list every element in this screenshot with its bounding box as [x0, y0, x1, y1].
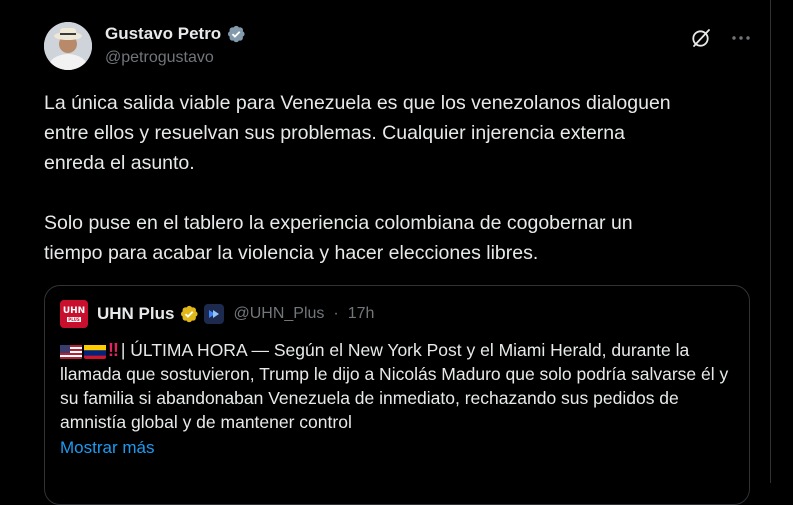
quote-header: UHN PLUS UHN Plus @UHN_Plus · 17h	[60, 300, 375, 328]
author-name-row: Gustavo Petro	[105, 24, 246, 44]
timeline-border	[770, 0, 771, 483]
affiliate-logo-icon	[209, 310, 220, 318]
quote-avatar[interactable]: UHN PLUS	[60, 300, 88, 328]
quote-handle[interactable]: @UHN_Plus	[233, 305, 324, 323]
quote-avatar-text: UHN	[62, 305, 86, 316]
avatar-photo	[44, 22, 92, 70]
us-flag-icon	[60, 343, 82, 359]
venezuela-flag-icon	[84, 343, 106, 359]
quote-time[interactable]: 17h	[348, 305, 375, 323]
quote-display-name[interactable]: UHN Plus	[97, 304, 174, 324]
quote-avatar-subtext: PLUS	[67, 316, 81, 322]
quote-text-block: ‼ | ÚLTIMA HORA — Según el New York Post …	[60, 338, 740, 434]
more-options-icon[interactable]	[729, 26, 753, 50]
gold-verified-badge-icon[interactable]	[179, 304, 199, 324]
affiliate-badge-icon[interactable]	[204, 304, 225, 324]
quote-text: | ÚLTIMA HORA — Según el New York Post y…	[60, 340, 729, 432]
show-more-link[interactable]: Mostrar más	[60, 438, 154, 458]
quoted-tweet[interactable]: UHN PLUS UHN Plus @UHN_Plus · 17h ‼ | ÚL…	[44, 285, 750, 505]
tweet-header: Gustavo Petro @petrogustavo	[44, 22, 753, 70]
verified-badge-icon[interactable]	[226, 24, 246, 44]
author-display-name[interactable]: Gustavo Petro	[105, 24, 221, 44]
quote-separator: ·	[333, 305, 339, 322]
double-exclamation-icon: ‼	[108, 340, 119, 360]
author-avatar[interactable]	[44, 22, 92, 70]
author-handle[interactable]: @petrogustavo	[105, 49, 214, 67]
grok-icon[interactable]	[689, 26, 713, 50]
tweet-text: La única salida viable para Venezuela es…	[44, 92, 671, 264]
